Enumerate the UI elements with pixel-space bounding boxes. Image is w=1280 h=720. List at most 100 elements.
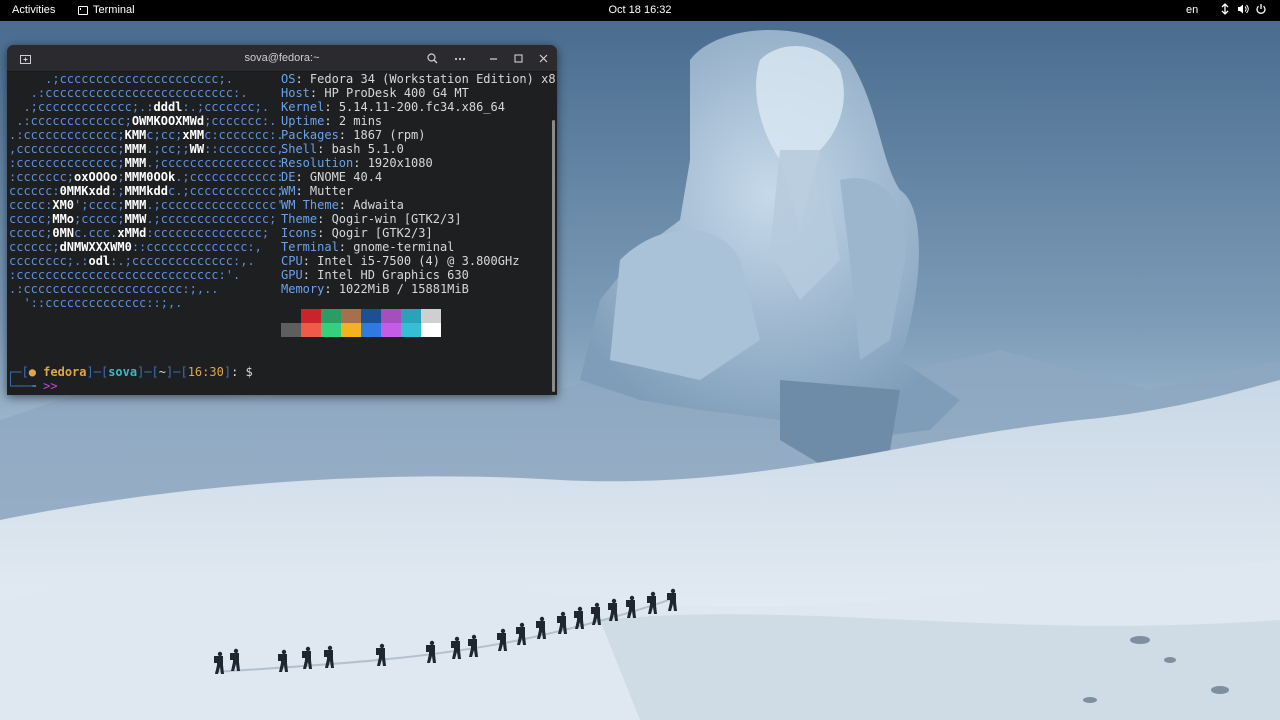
- palette-swatch: [321, 309, 341, 323]
- palette-swatch: [281, 323, 301, 337]
- sysinfo-value: 5.14.11-200.fc34.x86_64: [338, 100, 505, 114]
- prompt-time: 16:30: [187, 365, 224, 379]
- terminal-output[interactable]: .;cccccccccccccccccccccc;. .:ccccccccccc…: [7, 72, 556, 395]
- sysinfo-line: GPU: Intel HD Graphics 630: [281, 268, 469, 282]
- app-menu-label: Terminal: [93, 4, 135, 16]
- sysinfo-value: Fedora 34 (Workstation Edition) x8: [309, 72, 556, 86]
- fedora-ascii-logo: .;cccccccccccccccccccccc;. .:ccccccccccc…: [9, 72, 284, 310]
- close-icon: [539, 54, 547, 63]
- palette-swatch: [301, 323, 321, 337]
- terminal-scrollbar[interactable]: [552, 120, 555, 392]
- sysinfo-line: Kernel: 5.14.11-200.fc34.x86_64: [281, 100, 505, 114]
- palette-swatch: [341, 323, 361, 337]
- logo-line: :cccccccccccccccccccccccccccc:'.: [9, 268, 241, 282]
- logo-line: ccccc:XM0';cccc;MMM.;cccccccccccccccc': [9, 198, 284, 212]
- terminal-window[interactable]: sova@fedora:~ .;cccccccccccccccccccccc;.…: [7, 45, 557, 395]
- sysinfo-value: 1867 (rpm): [353, 128, 426, 142]
- sysinfo-line: Resolution: 1920x1080: [281, 156, 433, 170]
- app-menu-button[interactable]: Terminal: [78, 4, 135, 16]
- sysinfo-key: Packages: [281, 128, 339, 142]
- minimize-icon: [489, 58, 497, 60]
- logo-line: .:cccccccccccccccccccccccccc:.: [9, 86, 248, 100]
- logo-line: .:ccccccccccccc;KMMc;cc;xMMc:ccccccc:.: [9, 128, 284, 142]
- maximize-icon: [513, 54, 523, 63]
- sysinfo-value: HP ProDesk 400 G4 MT: [324, 86, 469, 100]
- palette-swatch: [421, 323, 441, 337]
- sysinfo-key: GPU: [281, 268, 303, 282]
- sysinfo-key: Resolution: [281, 156, 354, 170]
- sysinfo-line: Packages: 1867 (rpm): [281, 128, 426, 142]
- sysinfo-key: CPU: [281, 254, 303, 268]
- more-options-icon: [454, 57, 466, 60]
- palette-swatch: [421, 309, 441, 323]
- sysinfo-value: Intel i5-7500 (4) @ 3.800GHz: [317, 254, 520, 268]
- sysinfo-key: Host: [281, 86, 310, 100]
- menu-button[interactable]: [450, 49, 470, 68]
- sysinfo-key: Shell: [281, 142, 318, 156]
- sysinfo-line: Theme: Qogir-win [GTK2/3]: [281, 212, 462, 226]
- logo-line: ccccc;0MNc.ccc.xMMd:ccccccccccccccc;: [9, 226, 270, 240]
- logo-line: .:ccccccccccccc;OWMKOOXMWd;ccccccc:.: [9, 114, 277, 128]
- minimize-button[interactable]: [483, 49, 503, 68]
- sysinfo-key: WM: [281, 184, 296, 198]
- neofetch-info: OS: Fedora 34 (Workstation Edition) x8 Ho…: [281, 72, 556, 296]
- sysinfo-key: Uptime: [281, 114, 325, 128]
- sysinfo-key: Kernel: [281, 100, 325, 114]
- clock-button[interactable]: Oct 18 16:32: [609, 4, 672, 16]
- terminal-headerbar[interactable]: sova@fedora:~: [7, 45, 557, 72]
- sysinfo-line: Host: HP ProDesk 400 G4 MT: [281, 86, 469, 100]
- logo-line: :ccccccc;oxOOOo;MMM0OOk.;cccccccccccc:: [9, 170, 284, 184]
- search-button[interactable]: [422, 49, 442, 68]
- sysinfo-value: Qogir-win [GTK2/3]: [331, 212, 462, 226]
- palette-swatch: [321, 323, 341, 337]
- logo-line: cccccccc;.:odl:.;cccccccccccccc:,.: [9, 254, 255, 268]
- keyboard-layout-indicator[interactable]: en: [1186, 4, 1198, 16]
- palette-swatch: [301, 309, 321, 323]
- sysinfo-value: GNOME 40.4: [309, 170, 383, 184]
- logo-line: .:cccccccccccccccccccccc:;,..: [9, 282, 219, 296]
- logo-line: .;cccccccccccccccccccccc;.: [9, 72, 233, 86]
- logo-line: .;ccccccccccccc;.:dddl:.;ccccccc;.: [9, 100, 270, 114]
- sysinfo-key: DE: [281, 170, 296, 184]
- network-icon: [1219, 3, 1231, 15]
- sysinfo-value: gnome-terminal: [353, 240, 455, 254]
- sysinfo-value: 1022MiB / 15881MiB: [338, 282, 469, 296]
- palette-swatch: [341, 309, 361, 323]
- power-icon: [1255, 3, 1267, 15]
- prompt-symbol: $: [245, 365, 253, 379]
- gnome-top-bar: Activities Terminal Oct 18 16:32 en: [0, 0, 1280, 21]
- sysinfo-key: WM Theme: [281, 198, 339, 212]
- sysinfo-line: DE: GNOME 40.4: [281, 170, 383, 184]
- sysinfo-value: 2 mins: [338, 114, 383, 128]
- activities-button[interactable]: Activities: [12, 4, 55, 16]
- prompt-host: fedora: [43, 365, 87, 379]
- terminal-app-icon: [78, 5, 88, 15]
- sysinfo-key: Icons: [281, 226, 318, 240]
- sysinfo-key: Memory: [281, 282, 325, 296]
- shell-prompt[interactable]: ┌─[● fedora]─[sova]─[~]─[16:30]: $ └──╼ …: [7, 365, 253, 393]
- sysinfo-line: Icons: Qogir [GTK2/3]: [281, 226, 433, 240]
- maximize-button[interactable]: [508, 49, 528, 68]
- logo-line: :cccccccccccccc;MMM.;cccccccccccccccc:: [9, 156, 284, 170]
- sysinfo-line: Uptime: 2 mins: [281, 114, 383, 128]
- logo-line: cccccc:0MMKxdd:;MMMkddc.;cccccccccccc;: [9, 184, 284, 198]
- palette-swatch: [361, 309, 381, 323]
- color-palette: [281, 309, 441, 337]
- palette-swatch: [381, 309, 401, 323]
- logo-line: ccccc;MMo;ccccc;MMW.;ccccccccccccccc;: [9, 212, 277, 226]
- palette-swatch: [281, 309, 301, 323]
- new-tab-button[interactable]: [15, 49, 35, 68]
- palette-row-normal: [281, 309, 441, 323]
- palette-row-bright: [281, 323, 441, 337]
- window-title: sova@fedora:~: [244, 52, 320, 64]
- sysinfo-line: OS: Fedora 34 (Workstation Edition) x8: [281, 72, 556, 86]
- sysinfo-value: Mutter: [309, 184, 354, 198]
- sysinfo-value: Intel HD Graphics 630: [317, 268, 469, 282]
- system-menu-button[interactable]: [1219, 3, 1267, 15]
- close-button[interactable]: [533, 49, 553, 68]
- palette-swatch: [381, 323, 401, 337]
- sysinfo-line: WM: Mutter: [281, 184, 354, 198]
- sysinfo-key: OS: [281, 72, 296, 86]
- prompt-user: sova: [108, 365, 138, 379]
- logo-line: ,cccccccccccccc;MMM.;cc;;WW::cccccccc,: [9, 142, 284, 156]
